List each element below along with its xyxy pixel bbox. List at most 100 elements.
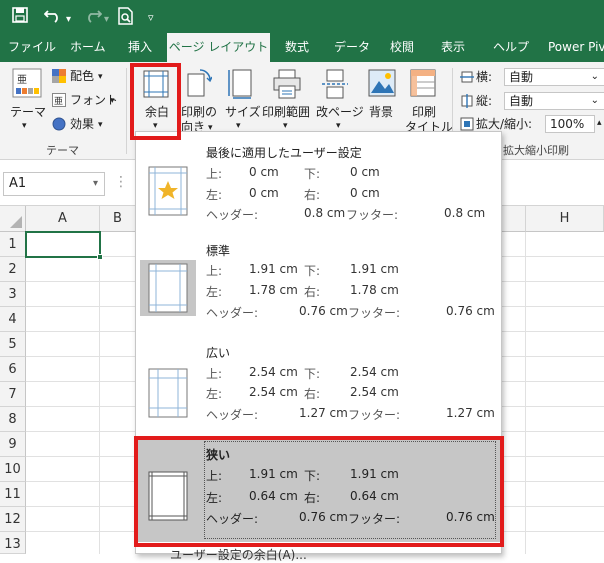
column-header-b[interactable]: B [100,206,136,232]
row-header-6[interactable]: 6 [0,357,26,382]
wide-margins-icon [148,368,188,418]
tab-view[interactable]: 表示 [441,33,465,62]
right-value: 0 cm [350,186,380,200]
tab-home[interactable]: ホーム [70,33,106,62]
fonts-dropdown-icon[interactable]: ▾ [110,94,115,108]
column-header-h[interactable]: H [526,206,604,232]
tab-data[interactable]: データ [334,33,370,62]
print-titles-icon[interactable] [410,69,438,102]
name-box-dropdown-icon[interactable]: ▾ [93,173,98,195]
row-header-8[interactable]: 8 [0,407,26,432]
left-label: 左: [206,188,223,202]
select-all-corner[interactable] [0,206,26,232]
tab-power-pivot[interactable]: Power Piv [548,33,604,62]
height-icon [460,94,474,111]
print-preview-icon[interactable] [118,7,134,29]
redo-icon[interactable] [84,7,103,27]
undo-dropdown-icon[interactable]: ▾ [66,11,71,29]
row-header-10[interactable]: 10 [0,457,26,482]
background-icon[interactable] [368,69,396,102]
scale-input[interactable]: 100% [545,115,595,133]
customize-qat-icon[interactable]: ▿ [148,9,154,27]
row-header-3[interactable]: 3 [0,282,26,307]
right-label: 右: [304,387,321,401]
formula-bar-grip-icon: ⋮ [114,174,128,190]
top-value: 1.91 cm [249,262,298,276]
custom-margins-star-icon [148,166,188,216]
header-value: 0.76 cm [299,304,348,318]
width-select[interactable]: 自動 ⌄ [504,68,604,86]
undo-icon[interactable] [43,7,62,27]
right-label: 右: [304,285,321,299]
print-area-icon[interactable] [273,69,301,102]
margin-option-wide[interactable]: 広い 上: 2.54 cm 下: 2.54 cm 左: 2.54 cm 右: 2… [136,330,501,430]
top-value: 2.54 cm [249,365,298,379]
scale-spinner-icon[interactable]: ▴ [597,116,602,130]
save-icon[interactable] [12,7,28,27]
active-cell-a1[interactable] [25,231,103,260]
custom-margins-menu-item[interactable]: ユーザー設定の余白(A)... [170,546,307,563]
name-box-value: A1 [9,176,27,191]
row-header-7[interactable]: 7 [0,382,26,407]
bottom-value: 1.91 cm [350,262,399,276]
fonts-icon: 亜 [52,93,66,110]
height-select[interactable]: 自動 ⌄ [504,92,604,110]
grid-line [99,232,100,554]
row-header-4[interactable]: 4 [0,307,26,332]
tab-review[interactable]: 校閲 [390,33,414,62]
margins-button-highlight [130,63,181,140]
tab-insert[interactable]: 挿入 [128,33,152,62]
row-header-1[interactable]: 1 [0,232,26,257]
tab-help[interactable]: ヘルプ [493,33,529,62]
footer-label: フッター: [346,208,399,222]
background-button[interactable]: 背景 [369,105,393,119]
narrow-option-highlight [134,436,504,547]
effects-dropdown-icon[interactable]: ▾ [98,118,103,132]
breaks-button[interactable]: 改ページ [316,105,364,119]
redo-dropdown-icon[interactable]: ▾ [104,11,109,29]
bottom-label: 下: [304,264,321,278]
row-header-13[interactable]: 13 [0,532,26,554]
print-titles-button[interactable]: 印刷 [412,105,436,119]
header-label: ヘッダー: [206,306,259,320]
footer-value: 1.27 cm [446,406,495,420]
breaks-icon[interactable] [321,69,349,102]
orientation-icon[interactable] [186,68,213,101]
margin-option-normal[interactable]: 標準 上: 1.91 cm 下: 1.91 cm 左: 1.78 cm 右: 1… [136,232,501,330]
effects-button[interactable]: 効果 [70,117,94,131]
row-header-5[interactable]: 5 [0,332,26,357]
row-header-12[interactable]: 12 [0,507,26,532]
colors-button[interactable]: 配色 [70,69,94,83]
fill-handle[interactable] [97,254,103,260]
row-header-2[interactable]: 2 [0,257,26,282]
top-value: 0 cm [249,165,279,179]
size-icon[interactable] [228,69,254,102]
themes-button[interactable]: テーマ [10,105,46,119]
width-dropdown-icon[interactable]: ⌄ [591,69,599,85]
title-bar: ▾ ▾ ▿ [0,0,604,33]
footer-value: 0.8 cm [444,206,486,220]
tab-page-layout[interactable]: ページ レイアウト [167,33,270,62]
margin-option-last-custom[interactable]: 最後に適用したユーザー設定 上: 0 cm 下: 0 cm 左: 0 cm 右:… [136,136,501,232]
top-label: 上: [206,367,223,381]
header-label: ヘッダー: [206,408,259,422]
themes-dropdown-icon[interactable]: ▾ [22,119,27,133]
right-value: 2.54 cm [350,385,399,399]
print-area-button[interactable]: 印刷範囲 [262,105,310,119]
svg-text:亜: 亜 [54,96,63,107]
row-header-9[interactable]: 9 [0,432,26,457]
orientation-button[interactable]: 印刷の [181,105,217,119]
width-icon [460,70,474,87]
theme-group-label: テーマ [46,144,79,157]
ribbon-tabs: ファイル ホーム 挿入 ページ レイアウト 数式 データ 校閲 表示 ヘルプ P… [0,33,604,62]
bottom-value: 2.54 cm [350,365,399,379]
size-button[interactable]: サイズ [225,105,261,119]
colors-dropdown-icon[interactable]: ▾ [98,70,103,84]
tab-formulas[interactable]: 数式 [285,33,309,62]
column-header-a[interactable]: A [26,206,100,232]
themes-icon[interactable]: 亜 [12,68,42,101]
tab-file[interactable]: ファイル [8,33,56,62]
height-dropdown-icon[interactable]: ⌄ [591,93,599,109]
row-header-11[interactable]: 11 [0,482,26,507]
name-box[interactable]: A1 ▾ [3,172,105,196]
